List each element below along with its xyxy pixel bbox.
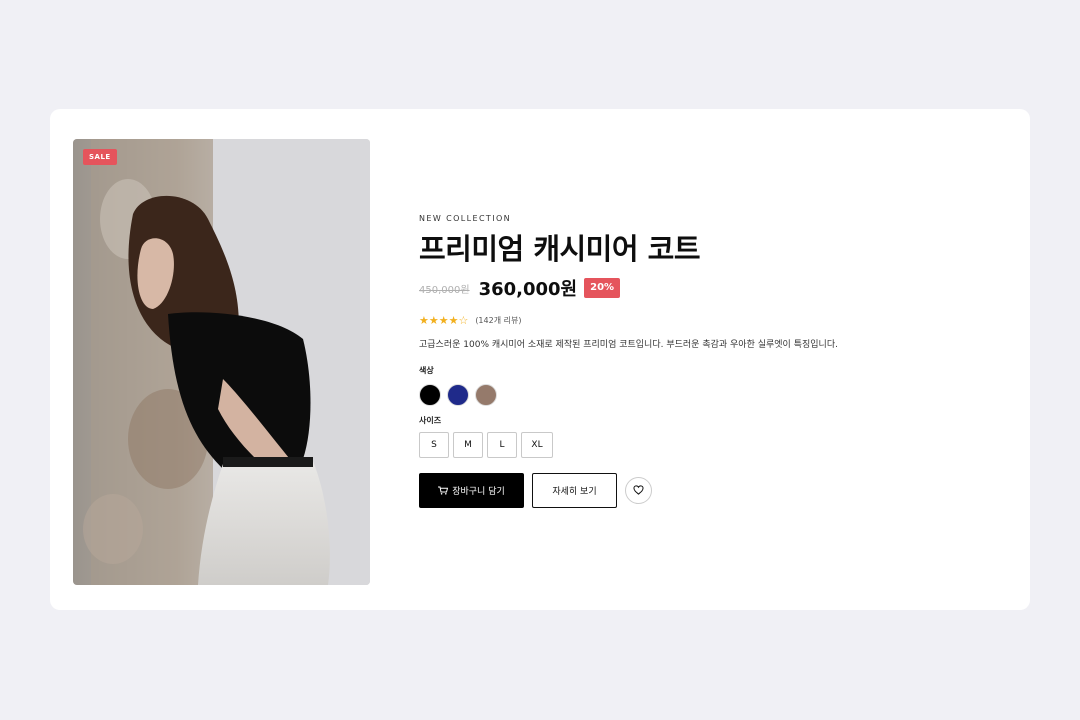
product-info: NEW COLLECTION 프리미엄 캐시미어 코트 450,000원 360…	[419, 213, 979, 508]
discount-badge: 20%	[584, 278, 621, 298]
price-row: 450,000원 360,000원 20%	[419, 277, 979, 300]
product-card: SALE NEW COLLECTION 프리미엄 캐시미어 코트 450,000…	[50, 109, 1030, 610]
size-option-xl[interactable]: XL	[521, 432, 553, 458]
size-option-s[interactable]: S	[419, 432, 449, 458]
sale-badge: SALE	[83, 149, 117, 165]
wishlist-button[interactable]	[625, 476, 652, 504]
size-options: S M L XL	[419, 432, 979, 458]
action-buttons: 장바구니 담기 자세히 보기	[419, 472, 979, 508]
product-description: 고급스러운 100% 캐시미어 소재로 제작된 프리미엄 코트입니다. 부드러운…	[419, 340, 838, 350]
size-option-l[interactable]: L	[487, 432, 517, 458]
product-title: 프리미엄 캐시미어 코트	[419, 232, 701, 266]
rating-row: ★★★★☆ (142개 리뷰)	[419, 313, 979, 327]
size-option-m[interactable]: M	[453, 432, 483, 458]
sale-price: 360,000원	[478, 279, 578, 300]
color-label: 색상	[419, 366, 434, 375]
size-label: 사이즈	[419, 416, 442, 425]
review-count[interactable]: (142개 리뷰)	[475, 315, 521, 326]
color-swatches	[419, 384, 979, 406]
cart-icon	[438, 486, 449, 495]
heart-icon	[633, 485, 644, 495]
product-image[interactable]: SALE	[73, 139, 370, 585]
collection-label: NEW COLLECTION	[419, 214, 512, 223]
view-details-button[interactable]: 자세히 보기	[532, 472, 617, 508]
original-price: 450,000원	[419, 284, 470, 296]
add-to-cart-button[interactable]: 장바구니 담기	[419, 472, 524, 508]
color-swatch-navy[interactable]	[447, 384, 469, 406]
color-swatch-black[interactable]	[419, 384, 441, 406]
product-photo-illustration	[73, 139, 370, 585]
star-rating-icon: ★★★★☆	[419, 313, 469, 327]
color-swatch-brown[interactable]	[475, 384, 497, 406]
add-to-cart-label: 장바구니 담기	[452, 486, 505, 497]
